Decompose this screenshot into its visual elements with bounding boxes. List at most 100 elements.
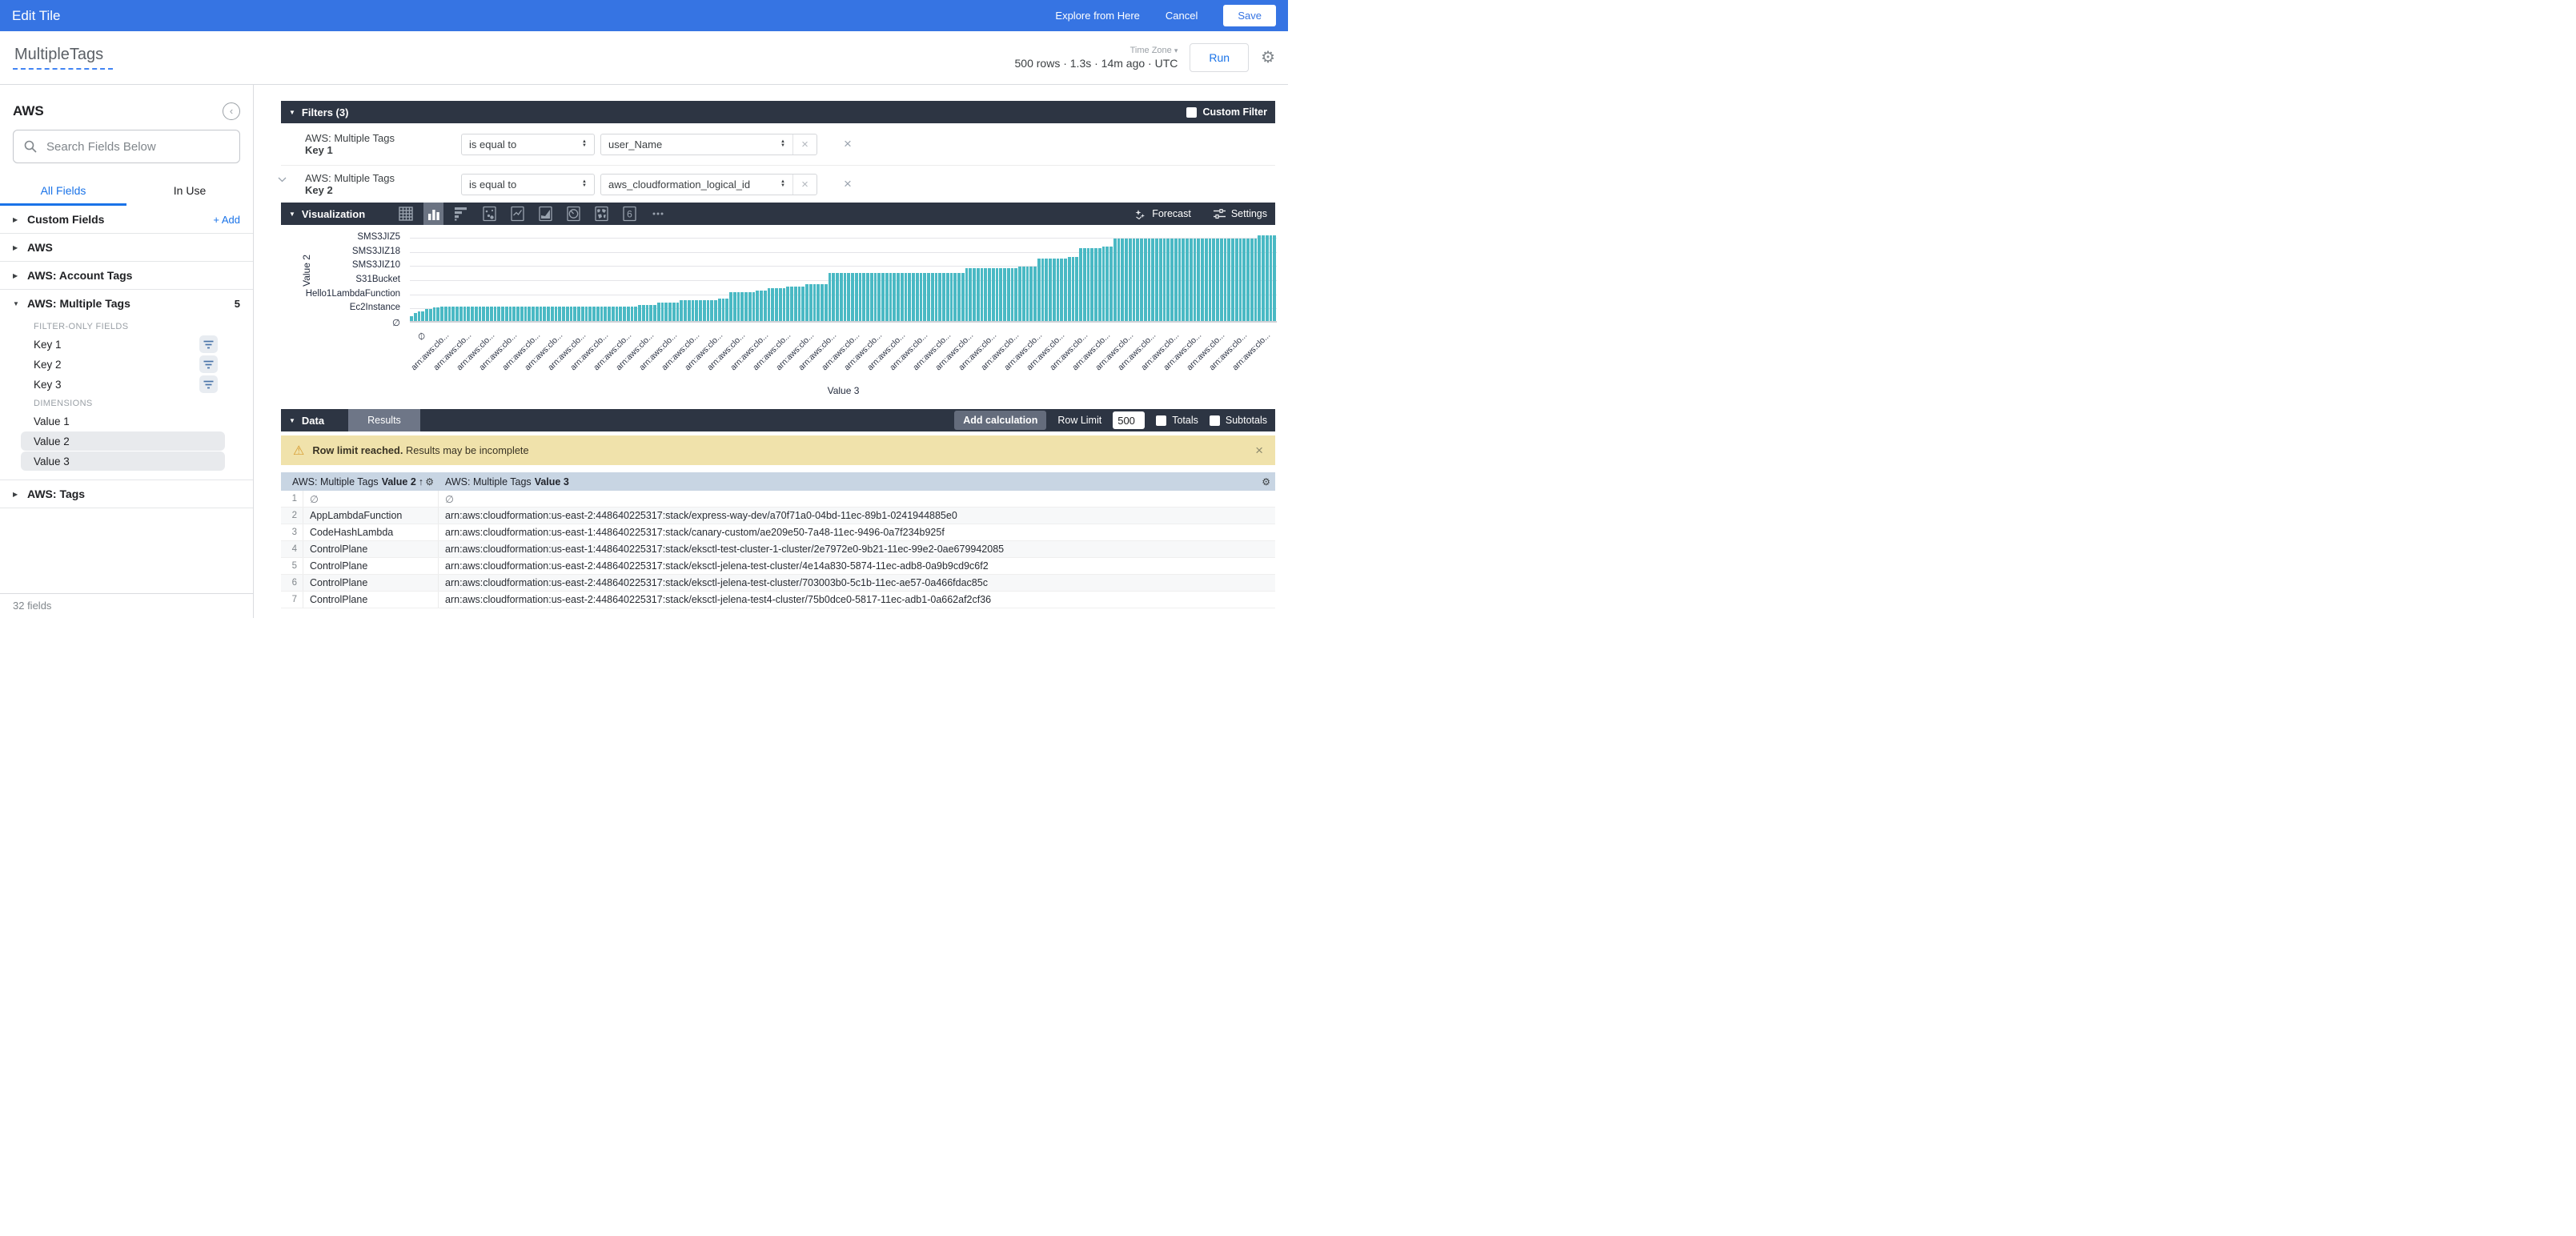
table-row[interactable]: 6ControlPlanearn:aws:cloudformation:us-e… — [281, 575, 1275, 592]
field-group: FILTER-ONLY FIELDSKey 1Key 2Key 3 — [0, 322, 253, 394]
pie-chart-icon[interactable] — [564, 203, 584, 225]
collapse-filters-icon[interactable]: ▼ — [289, 109, 295, 116]
bar — [1216, 239, 1219, 321]
bar — [1045, 259, 1048, 321]
section-header-custom-fields[interactable]: ▶Custom Fields+ Add — [0, 206, 253, 233]
filter-only-field[interactable]: Key 3 — [34, 375, 240, 394]
add-custom-field-button[interactable]: + Add — [213, 214, 240, 226]
bar — [1037, 259, 1041, 321]
tab-all-fields[interactable]: All Fields — [0, 177, 126, 206]
bar — [1148, 239, 1151, 321]
bar — [953, 273, 957, 321]
totals-checkbox[interactable] — [1156, 415, 1166, 426]
explore-from-here-link[interactable]: Explore from Here — [1055, 10, 1139, 22]
bar — [1209, 239, 1212, 321]
table-row[interactable]: 7ControlPlanearn:aws:cloudformation:us-e… — [281, 592, 1275, 608]
bar — [965, 268, 969, 321]
row-limit-input[interactable] — [1113, 411, 1145, 429]
section-header-aws-multiple-tags[interactable]: ▼AWS: Multiple Tags5 — [0, 290, 253, 317]
query-title[interactable]: MultipleTags — [13, 46, 113, 70]
column-chart-icon[interactable] — [423, 203, 443, 225]
more-icon[interactable] — [648, 203, 668, 225]
row-limit-warning: ⚠ Row limit reached. Results may be inco… — [281, 435, 1275, 465]
bar — [1136, 239, 1139, 321]
clear-value-icon[interactable]: × — [792, 175, 817, 195]
table-row[interactable]: 4ControlPlanearn:aws:cloudformation:us-e… — [281, 541, 1275, 558]
scatter-icon[interactable] — [479, 203, 500, 225]
bar-chart-icon[interactable] — [451, 203, 471, 225]
filter-only-field[interactable]: Key 1 — [34, 335, 240, 354]
section-header-aws-account-tags[interactable]: ▶AWS: Account Tags — [0, 262, 253, 289]
filter-field-label: AWS: Multiple Tags Key 1 — [281, 132, 415, 156]
column-gear-icon[interactable]: ⚙ — [1262, 476, 1270, 488]
gear-icon[interactable]: ⚙ — [1261, 50, 1275, 66]
settings-button[interactable]: Settings — [1214, 208, 1267, 219]
tab-results[interactable]: Results — [348, 409, 420, 431]
table-row[interactable]: 3CodeHashLambdaarn:aws:cloudformation:us… — [281, 524, 1275, 541]
column-header[interactable]: AWS: Multiple TagsValue 2↑⚙ — [281, 476, 439, 488]
table-row[interactable]: 1∅∅ — [281, 491, 1275, 508]
run-button[interactable]: Run — [1190, 43, 1249, 72]
field-section: ▶AWS — [0, 234, 253, 262]
field-search-box[interactable] — [13, 130, 240, 163]
bar — [862, 273, 865, 321]
filter-icon[interactable] — [199, 335, 218, 353]
bar — [1170, 239, 1174, 321]
explore-name: AWS — [13, 103, 44, 119]
table-icon[interactable] — [395, 203, 415, 225]
tab-in-use[interactable]: In Use — [126, 177, 253, 206]
single-value-icon[interactable]: 6 — [620, 203, 640, 225]
column-gear-icon[interactable]: ⚙ — [425, 476, 434, 488]
table-row[interactable]: 5ControlPlanearn:aws:cloudformation:us-e… — [281, 558, 1275, 575]
bar — [1201, 239, 1204, 321]
filter-operator-select[interactable]: is equal to▲▼ — [461, 134, 595, 155]
bar — [1266, 235, 1269, 321]
filter-operator-select[interactable]: is equal to▲▼ — [461, 174, 595, 195]
cell-value-3: arn:aws:cloudformation:us-east-1:4486402… — [439, 527, 1275, 538]
line-chart-icon[interactable] — [508, 203, 528, 225]
dimension-field[interactable]: Value 3 — [21, 451, 225, 471]
save-button[interactable]: Save — [1223, 5, 1276, 26]
field-group: DIMENSIONSValue 1Value 2Value 3 — [0, 399, 253, 480]
filter-icon[interactable] — [199, 355, 218, 373]
area-chart-icon[interactable] — [536, 203, 556, 225]
bar — [1151, 239, 1154, 321]
subtotals-checkbox[interactable] — [1210, 415, 1220, 426]
remove-filter-icon[interactable]: × — [844, 176, 852, 192]
filter-only-field[interactable]: Key 2 — [34, 355, 240, 374]
bar — [813, 284, 817, 321]
forecast-button[interactable]: Forecast — [1134, 208, 1191, 220]
cancel-button[interactable]: Cancel — [1166, 10, 1198, 22]
section-header-aws-tags[interactable]: ▶AWS: Tags — [0, 480, 253, 508]
table-row[interactable]: 2AppLambdaFunctionarn:aws:cloudformation… — [281, 508, 1275, 524]
triangle-right-icon: ▶ — [13, 216, 27, 223]
dimension-field[interactable]: Value 1 — [21, 411, 225, 431]
filter-value-select[interactable]: user_Name▲▼× — [600, 134, 817, 155]
section-label: AWS: Account Tags — [27, 269, 132, 282]
collapse-visualization-icon[interactable]: ▼ — [289, 211, 295, 218]
column-header[interactable]: AWS: Multiple TagsValue 3⚙ — [439, 476, 1275, 488]
dismiss-warning-icon[interactable]: × — [1255, 443, 1263, 459]
remove-filter-icon[interactable]: × — [844, 136, 852, 152]
triangle-right-icon: ▶ — [13, 272, 27, 279]
bar — [1258, 235, 1261, 321]
bar — [425, 309, 428, 321]
time-zone-dropdown[interactable]: Time Zone ▾ — [1130, 46, 1178, 55]
bar — [577, 307, 580, 321]
field-label: Key 2 — [34, 359, 62, 371]
add-calculation-button[interactable]: Add calculation — [954, 411, 1046, 430]
collapse-data-icon[interactable]: ▼ — [289, 417, 295, 424]
bar — [897, 273, 900, 321]
custom-filter-checkbox[interactable] — [1186, 107, 1197, 118]
filter-value-select[interactable]: aws_cloudformation_logical_id▲▼× — [600, 174, 817, 195]
bar — [908, 273, 911, 321]
section-header-aws[interactable]: ▶AWS — [0, 234, 253, 261]
map-icon[interactable] — [592, 203, 612, 225]
bar — [1239, 239, 1242, 321]
bar — [592, 307, 596, 321]
collapse-sidebar-button[interactable]: ‹ — [223, 102, 240, 120]
clear-value-icon[interactable]: × — [792, 134, 817, 154]
search-input[interactable] — [46, 140, 229, 154]
filter-icon[interactable] — [199, 375, 218, 393]
dimension-field[interactable]: Value 2 — [21, 431, 225, 451]
